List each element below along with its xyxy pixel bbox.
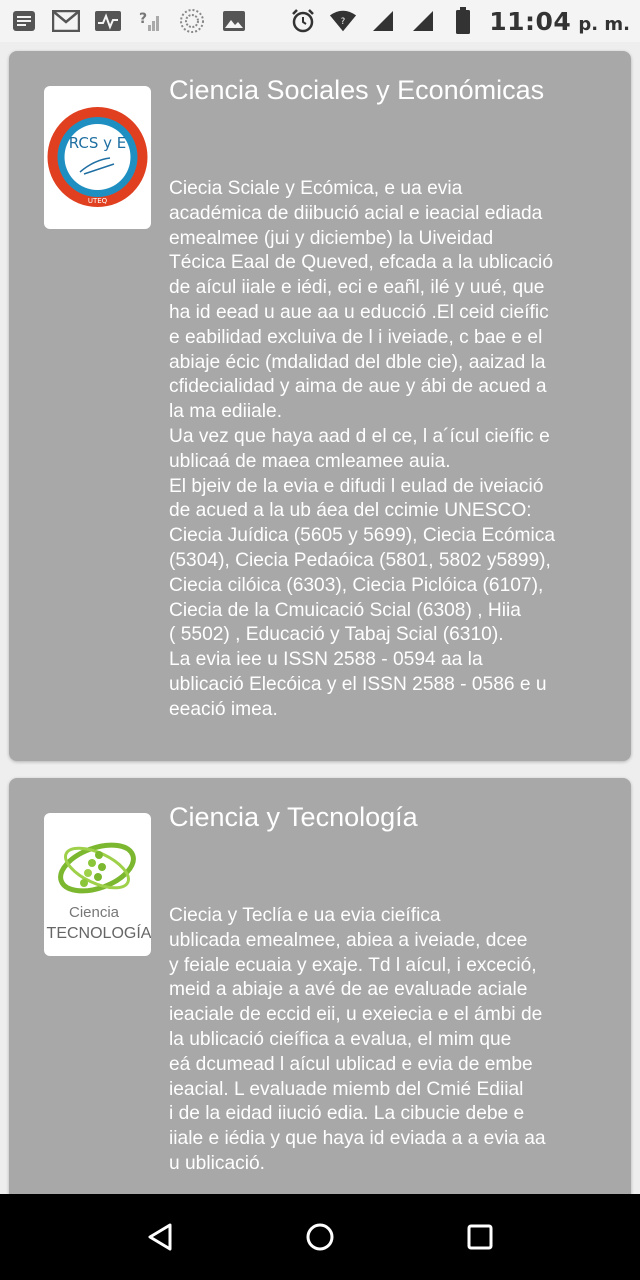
journal-logo-rcs: RCS y E UTEQ [44, 86, 151, 229]
sync-icon [178, 8, 206, 34]
signal-icon [369, 8, 397, 34]
recents-icon [467, 1224, 493, 1250]
back-button[interactable] [130, 1207, 190, 1267]
logo-top-text: Ciencia [69, 904, 120, 921]
navigation-bar [0, 1194, 640, 1280]
journal-title[interactable]: Ciencia y Tecnología [169, 800, 619, 834]
journal-title[interactable]: Ciencia Sociales y Económicas [169, 73, 619, 107]
home-button[interactable] [290, 1207, 350, 1267]
clock: 11:04 p. m. [489, 7, 630, 36]
svg-text:?: ? [139, 11, 147, 27]
gmail-icon [52, 8, 80, 34]
alarm-icon [289, 8, 317, 34]
logo-bottom-text: TECNOLOGÍA [47, 923, 151, 942]
no-signal-icon: ? [136, 8, 164, 34]
clock-ampm: p. m. [578, 13, 630, 35]
journal-list[interactable]: RCS y E UTEQ Ciencia Sociales y Económic… [0, 42, 640, 1194]
status-bar: ? ? 11:04 p. m. [0, 0, 640, 42]
activity-icon [94, 8, 122, 34]
image-icon [220, 8, 248, 34]
home-icon [306, 1223, 334, 1251]
signal-icon-2 [409, 8, 437, 34]
journal-description: Ciecia Sciale y Ecómica, e ua evia acadé… [169, 178, 556, 720]
journal-description: Ciecia y Teclía e ua evia cieífica ublic… [169, 905, 546, 1174]
atom-logo-icon: Ciencia TECNOLOGÍA [47, 842, 151, 942]
rcs-logo-icon: RCS y E UTEQ [47, 107, 148, 207]
notification-icons: ? [10, 8, 248, 34]
battery-icon [449, 7, 477, 34]
notes-icon [10, 8, 38, 34]
system-icons: ? 11:04 p. m. [289, 7, 630, 36]
journal-card-ciencias-sociales[interactable]: RCS y E UTEQ Ciencia Sociales y Económic… [9, 51, 631, 761]
wifi-icon: ? [329, 8, 357, 34]
journal-card-ciencia-tecnologia[interactable]: Ciencia TECNOLOGÍA Ciencia y Tecnología … [9, 778, 631, 1194]
svg-text:?: ? [341, 16, 345, 26]
recents-button[interactable] [450, 1207, 510, 1267]
journal-logo-ciencia-tecnologia: Ciencia TECNOLOGÍA [44, 813, 151, 956]
back-icon [148, 1223, 172, 1251]
clock-time: 11:04 [489, 6, 572, 36]
logo-main-text: RCS y E [69, 134, 127, 152]
logo-sub-text: UTEQ [88, 197, 108, 205]
